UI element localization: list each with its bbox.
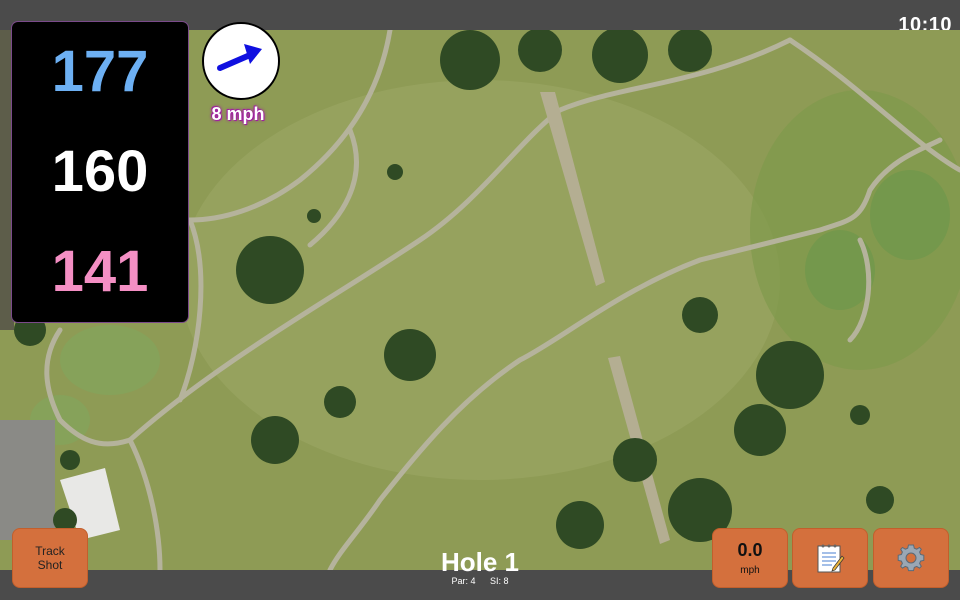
- hole-title: Hole 1: [440, 547, 520, 577]
- hole-info: Hole 1 Par: 4 SI: 8: [380, 548, 580, 586]
- notes-button[interactable]: [792, 528, 868, 588]
- speed-button[interactable]: 0.0 mph: [712, 528, 788, 588]
- wind-indicator[interactable]: [202, 22, 280, 100]
- settings-button[interactable]: [873, 528, 949, 588]
- notepad-icon: [817, 544, 845, 573]
- track-shot-label-line1: Track: [35, 544, 65, 558]
- gear-icon: [897, 544, 925, 572]
- wind-arrow-icon: [217, 44, 262, 71]
- back-distance: 177: [51, 39, 149, 104]
- hole-par: Par: 4: [451, 576, 476, 586]
- hole-details: Par: 4 SI: 8: [380, 576, 580, 586]
- speed-unit: mph: [740, 565, 760, 576]
- middle-distance: 160: [51, 139, 149, 204]
- track-shot-label-line2: Shot: [37, 558, 63, 572]
- front-distance: 141: [51, 239, 149, 304]
- wind-speed: 8 mph: [211, 104, 265, 124]
- distance-panel: 177 160 141: [12, 22, 188, 322]
- hole-stroke-index: SI: 8: [490, 576, 509, 586]
- speed-value: 0.0: [737, 540, 763, 560]
- track-shot-button[interactable]: Track Shot: [12, 528, 88, 588]
